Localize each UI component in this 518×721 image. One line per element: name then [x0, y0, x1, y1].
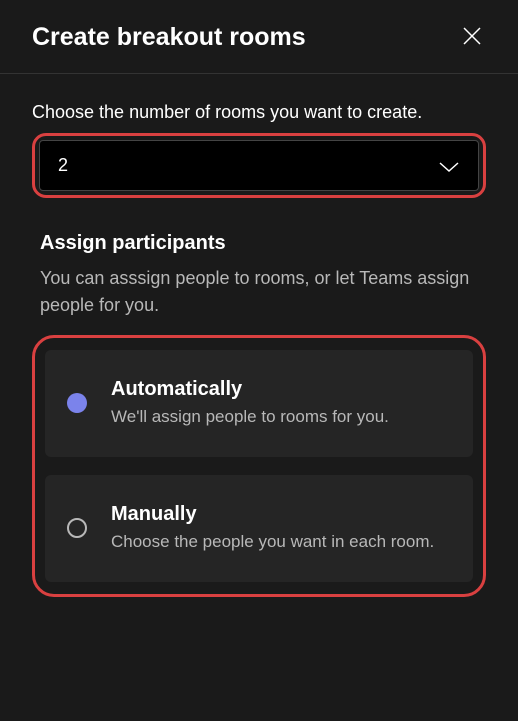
dialog-content: Choose the number of rooms you want to c…: [0, 74, 518, 625]
assign-options-highlight: Automatically We'll assign people to roo…: [32, 335, 486, 597]
option-automatically[interactable]: Automatically We'll assign people to roo…: [45, 350, 473, 457]
option-manually-title: Manually: [111, 503, 451, 526]
assign-section-desc: You can asssign people to rooms, or let …: [32, 265, 486, 319]
option-text-container: Manually Choose the people you want in e…: [111, 503, 451, 554]
dialog-title: Create breakout rooms: [32, 23, 306, 52]
chevron-down-icon: [438, 160, 460, 172]
close-button[interactable]: [458, 22, 486, 53]
room-count-value: 2: [58, 155, 68, 176]
option-automatically-desc: We'll assign people to rooms for you.: [111, 405, 451, 429]
radio-unselected-icon: [67, 518, 87, 538]
option-automatically-title: Automatically: [111, 378, 451, 401]
room-count-instruction: Choose the number of rooms you want to c…: [32, 102, 486, 123]
room-count-highlight: 2: [32, 133, 486, 198]
option-manually[interactable]: Manually Choose the people you want in e…: [45, 475, 473, 582]
option-manually-desc: Choose the people you want in each room.: [111, 530, 451, 554]
assign-section-title: Assign participants: [32, 232, 486, 255]
option-text-container: Automatically We'll assign people to roo…: [111, 378, 451, 429]
room-count-dropdown[interactable]: 2: [39, 140, 479, 191]
close-icon: [462, 26, 482, 49]
dialog-header: Create breakout rooms: [0, 0, 518, 74]
radio-selected-icon: [67, 393, 87, 413]
